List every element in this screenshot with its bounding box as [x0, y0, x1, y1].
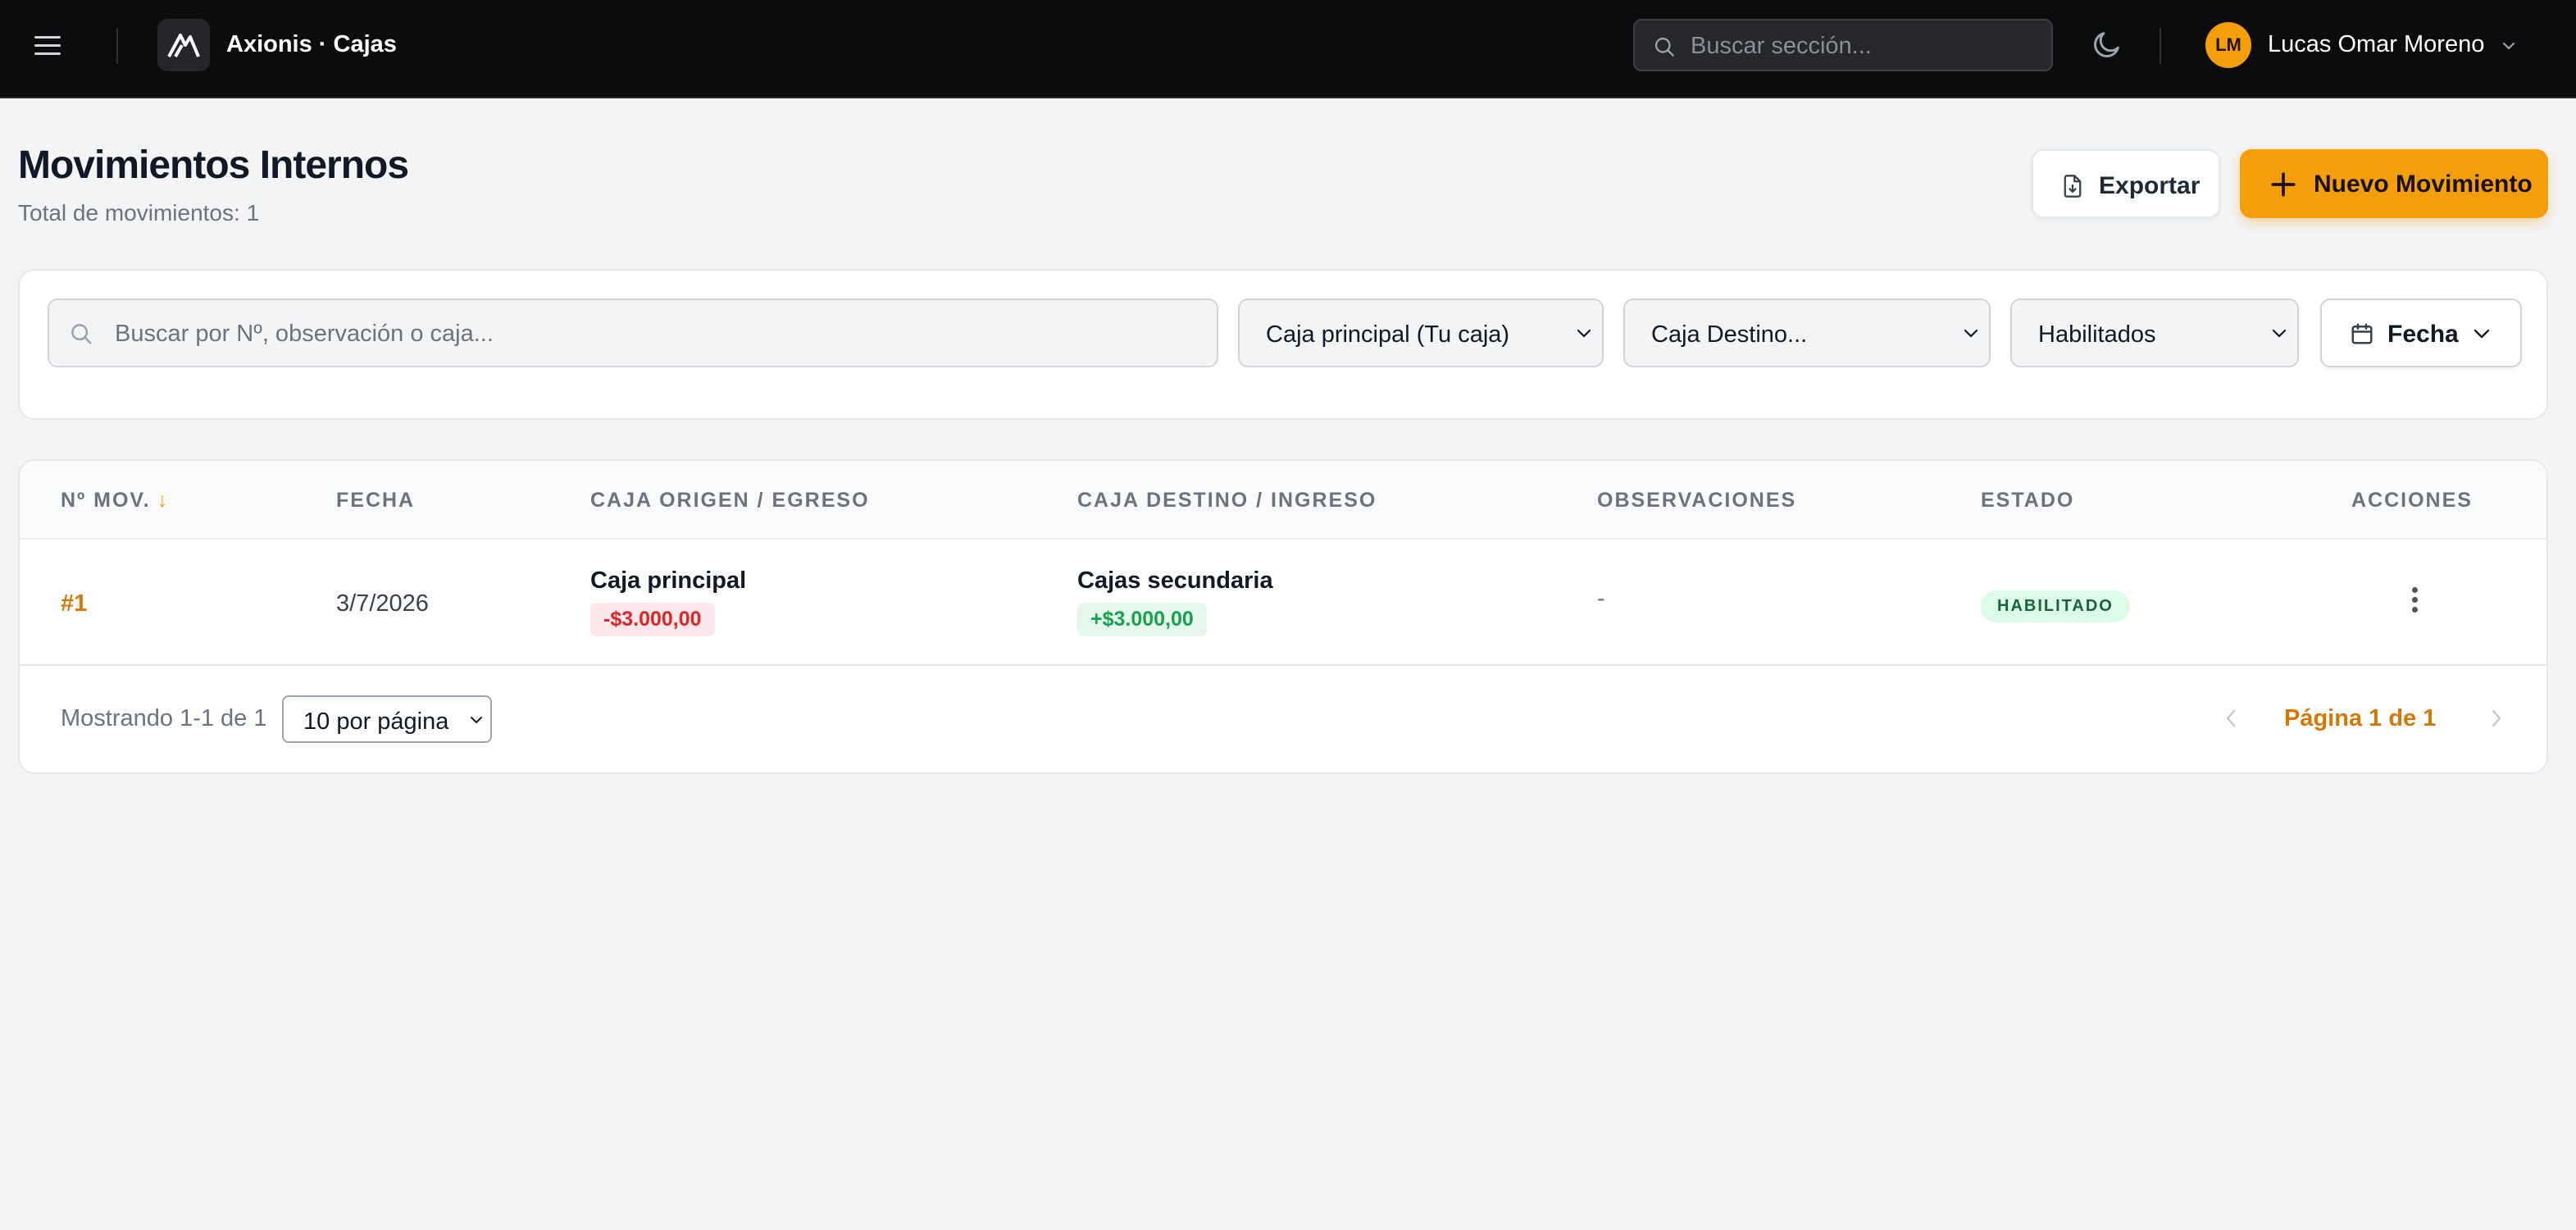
origin-amount: -$3.000,00 — [590, 603, 715, 636]
avatar[interactable]: LM — [2205, 22, 2251, 68]
menu-icon[interactable] — [33, 34, 62, 57]
chevron-down-icon — [471, 717, 482, 724]
chevron-down-icon[interactable] — [2499, 36, 2519, 56]
filters-card: Caja principal (Tu caja) Caja Destino...… — [18, 269, 2548, 420]
origin-cell: Caja principal -$3.000,00 — [590, 567, 746, 636]
page-subtitle: Total de movimientos: 1 — [18, 200, 260, 226]
divider — [2160, 28, 2161, 64]
new-movement-label: Nuevo Movimiento — [2314, 171, 2533, 198]
movement-number[interactable]: #1 — [61, 590, 87, 617]
chevron-left-icon[interactable] — [2222, 707, 2241, 730]
moon-icon[interactable] — [2091, 28, 2123, 61]
column-header-date: FECHA — [336, 489, 416, 512]
section-search-input[interactable] — [1691, 30, 2035, 61]
column-header-actions: ACCIONES — [2351, 489, 2473, 512]
sort-down-icon[interactable]: ↓ — [157, 489, 170, 512]
destination-amount: +$3.000,00 — [1077, 603, 1207, 636]
section-search[interactable] — [1633, 19, 2053, 71]
status-select[interactable]: Habilitados — [2010, 298, 2299, 367]
date-filter-label: Fecha — [2387, 321, 2459, 348]
movement-date: 3/7/2026 — [336, 590, 429, 617]
movement-search-input[interactable] — [115, 318, 1197, 349]
movements-table: Nº MOV. ↓ FECHA CAJA ORIGEN / EGRESO CAJA… — [18, 459, 2548, 774]
per-page-select[interactable]: 10 por página — [282, 695, 492, 743]
page-indicator: Página 1 de 1 — [2284, 705, 2437, 731]
column-header-destination: CAJA DESTINO / INGRESO — [1077, 489, 1377, 512]
destination-box-name: Cajas secundaria — [1077, 567, 1273, 594]
export-button[interactable]: Exportar — [2032, 149, 2220, 218]
origin-box-select-value: Caja principal (Tu caja) — [1266, 321, 1510, 348]
origin-box-select[interactable]: Caja principal (Tu caja) — [1238, 298, 1604, 367]
search-icon — [1654, 37, 1674, 57]
observations: - — [1597, 585, 1605, 612]
per-page-value: 10 por página — [303, 708, 449, 735]
file-export-icon — [2064, 175, 2082, 198]
plus-icon — [2271, 172, 2296, 197]
destination-box-select-value: Caja Destino... — [1651, 321, 1808, 348]
page-title: Movimientos Internos — [18, 144, 409, 187]
export-label: Exportar — [2099, 172, 2201, 199]
table-row[interactable]: #1 3/7/2026 Caja principal -$3.000,00 Ca… — [20, 540, 2546, 666]
more-vertical-icon[interactable] — [2402, 582, 2427, 618]
search-icon — [71, 324, 92, 344]
status-badge: HABILITADO — [1981, 590, 2130, 622]
chevron-down-icon — [1577, 329, 1591, 338]
status-select-value: Habilitados — [2038, 321, 2156, 348]
new-movement-button[interactable]: Nuevo Movimiento — [2240, 149, 2548, 218]
chevron-right-icon[interactable] — [2486, 707, 2505, 730]
column-header-origin: CAJA ORIGEN / EGRESO — [590, 489, 870, 512]
destination-cell: Cajas secundaria +$3.000,00 — [1077, 567, 1273, 636]
chevron-down-icon — [2474, 329, 2490, 339]
column-header-observations: OBSERVACIONES — [1597, 489, 1797, 512]
app-title: Axionis · Cajas — [226, 31, 397, 57]
column-header-status: ESTADO — [1981, 489, 2075, 512]
table-header: Nº MOV. ↓ FECHA CAJA ORIGEN / EGRESO CAJA… — [20, 461, 2546, 540]
chevron-down-icon — [1964, 329, 1978, 338]
column-header-number[interactable]: Nº MOV. ↓ — [61, 489, 169, 512]
calendar-icon — [2351, 323, 2373, 344]
logo-icon[interactable] — [157, 19, 210, 71]
pagination-summary: Mostrando 1-1 de 1 — [61, 705, 267, 731]
date-filter-button[interactable]: Fecha — [2320, 298, 2522, 367]
origin-box-name: Caja principal — [590, 567, 747, 594]
top-navbar: Axionis · Cajas LM Lucas Omar Moreno — [0, 0, 2576, 98]
destination-box-select[interactable]: Caja Destino... — [1623, 298, 1991, 367]
chevron-down-icon — [2272, 329, 2287, 338]
user-name[interactable]: Lucas Omar Moreno — [2268, 31, 2484, 58]
movement-search[interactable] — [48, 298, 1218, 367]
divider — [116, 28, 118, 64]
